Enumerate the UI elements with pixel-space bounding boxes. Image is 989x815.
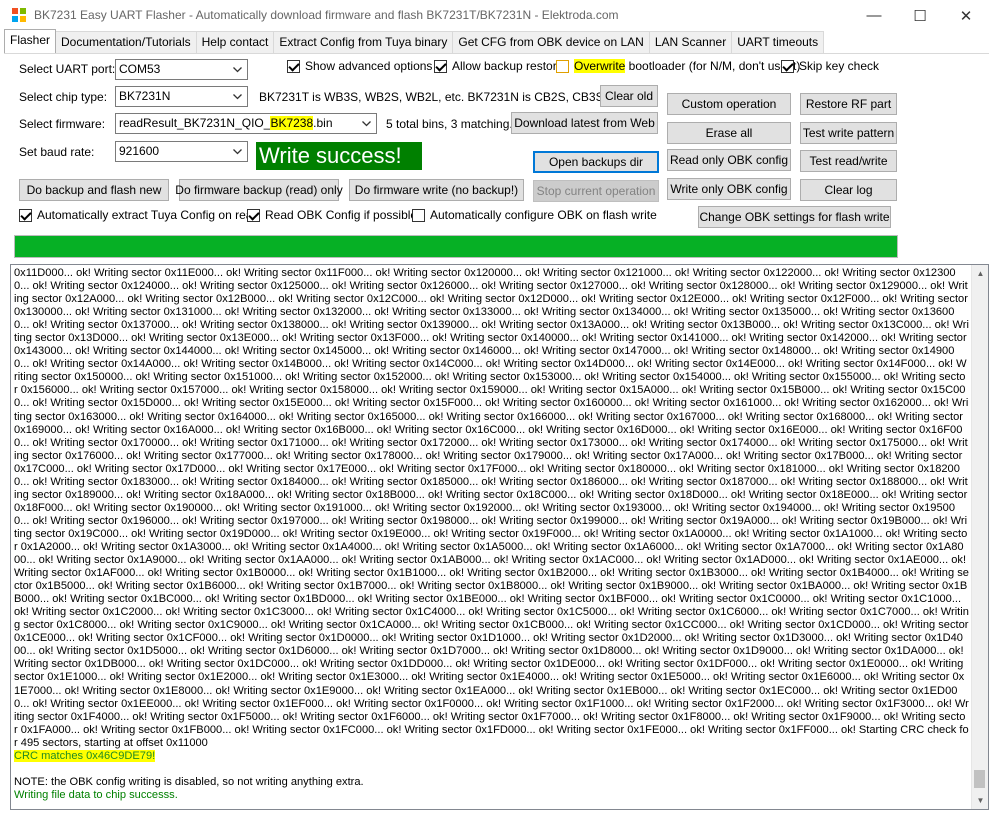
log-scrollbar[interactable]: ▲ ▼	[971, 265, 988, 809]
change-obk-settings-button[interactable]: Change OBK settings for flash write	[698, 206, 891, 228]
read-obk-config-checkbox[interactable]: Read OBK Config if possible	[247, 208, 417, 222]
test-write-pattern-button[interactable]: Test write pattern	[800, 122, 897, 144]
log-crc-line: CRC matches 0x46C9DE79!	[14, 749, 969, 763]
title-bar: BK7231 Easy UART Flasher - Automatically…	[0, 0, 989, 31]
skip-key-check-checkbox[interactable]: Skip key check	[781, 59, 879, 73]
checkbox-box	[412, 208, 425, 222]
firmware-label: Select firmware:	[19, 117, 106, 131]
app-icon	[12, 8, 28, 24]
firmware-select[interactable]: readResult_BK7231N_QIO_BK7238.bin	[115, 113, 377, 134]
chip-type-select[interactable]: BK7231N	[115, 86, 248, 107]
uart-port-select[interactable]: COM53	[115, 59, 248, 80]
log-sectors: 0x11D000... ok! Writing sector 0x11E000.…	[14, 267, 969, 749]
firmware-value: readResult_BK7231N_QIO_BK7238.bin	[119, 116, 333, 130]
custom-operation-button[interactable]: Custom operation	[667, 93, 791, 115]
overwrite-bootloader-checkbox[interactable]: Overwrite bootloader (for N/M, don't use…	[556, 59, 800, 73]
tab-uart-timeouts[interactable]: UART timeouts	[731, 31, 825, 53]
test-read-write-button[interactable]: Test read/write	[800, 150, 897, 172]
chip-type-value: BK7231N	[119, 89, 171, 103]
checkbox-box	[556, 59, 569, 73]
maximize-button[interactable]: ☐	[897, 0, 943, 31]
baud-rate-label: Set baud rate:	[19, 145, 95, 159]
baud-rate-select[interactable]: 921600	[115, 141, 248, 162]
auto-configure-obk-checkbox[interactable]: Automatically configure OBK on flash wri…	[412, 208, 657, 222]
restore-rf-button[interactable]: Restore RF part	[800, 93, 897, 115]
checkbox-box	[19, 208, 32, 222]
minimize-button[interactable]: —	[851, 0, 897, 31]
checkbox-box	[781, 59, 794, 73]
baud-rate-value: 921600	[119, 144, 160, 158]
chevron-down-icon	[230, 143, 245, 160]
overwrite-highlight: Overwrite	[574, 59, 626, 73]
skip-key-check-label: Skip key check	[799, 59, 880, 73]
checkbox-box	[434, 59, 447, 73]
scroll-thumb[interactable]	[974, 770, 985, 788]
firmware-backup-button[interactable]: Do firmware backup (read) only	[175, 179, 343, 201]
clear-log-button[interactable]: Clear log	[800, 179, 897, 201]
log-note-line: NOTE: the OBK config writing is disabled…	[14, 775, 364, 788]
auto-extract-tuya-checkbox[interactable]: Automatically extract Tuya Config on rea…	[19, 208, 259, 222]
read-only-obk-button[interactable]: Read only OBK config	[667, 149, 791, 171]
bins-info-text: 5 total bins, 3 matching.	[386, 117, 513, 131]
log-textbox[interactable]: 0x11D000... ok! Writing sector 0x11E000.…	[10, 264, 989, 810]
tab-bar: Flasher Documentation/Tutorials Help con…	[4, 29, 825, 53]
close-button[interactable]: ✕	[943, 0, 989, 31]
firmware-value-highlight: BK7238	[270, 116, 314, 130]
uart-port-label: Select UART port:	[19, 62, 116, 76]
allow-backup-restore-label: Allow backup restore	[452, 59, 564, 73]
allow-backup-restore-checkbox[interactable]: Allow backup restore	[434, 59, 563, 73]
open-backups-button[interactable]: Open backups dir	[533, 151, 659, 173]
log-success-line: Writing file data to chip successs.	[14, 788, 178, 801]
tab-get-cfg-obk[interactable]: Get CFG from OBK device on LAN	[452, 31, 650, 53]
progress-bar	[14, 235, 898, 258]
chevron-down-icon	[230, 61, 245, 78]
stop-operation-button[interactable]: Stop current operation	[533, 180, 659, 202]
crc-highlight: CRC matches 0x46C9DE79!	[14, 749, 156, 762]
show-advanced-label: Show advanced options	[305, 59, 433, 73]
chevron-down-icon	[230, 88, 245, 105]
progress-fill	[15, 236, 897, 257]
backup-and-flash-button[interactable]: Do backup and flash new	[19, 179, 169, 201]
overwrite-rest: bootloader (for N/M, don't use it)	[625, 59, 801, 73]
checkbox-box	[247, 208, 260, 222]
write-status-label: Write success!	[256, 142, 422, 170]
log-content: 0x11D000... ok! Writing sector 0x11E000.…	[14, 267, 969, 802]
firmware-write-button[interactable]: Do firmware write (no backup!)	[349, 179, 524, 201]
chip-info-text: BK7231T is WB3S, WB2S, WB2L, etc. BK7231…	[259, 90, 627, 104]
uart-port-value: COM53	[119, 62, 161, 76]
read-obk-config-label: Read OBK Config if possible	[265, 208, 418, 222]
tab-flasher[interactable]: Flasher	[4, 29, 57, 53]
clear-old-button[interactable]: Clear old	[600, 85, 658, 107]
firmware-value-suffix: .bin	[313, 116, 333, 130]
tab-lan-scanner[interactable]: LAN Scanner	[648, 31, 733, 53]
scroll-up-icon[interactable]: ▲	[972, 265, 988, 282]
erase-all-button[interactable]: Erase all	[667, 122, 791, 144]
tab-documentation[interactable]: Documentation/Tutorials	[55, 31, 197, 53]
tab-extract-config[interactable]: Extract Config from Tuya binary	[273, 31, 454, 53]
checkbox-box	[287, 59, 300, 73]
scroll-down-icon[interactable]: ▼	[972, 792, 988, 809]
download-latest-button[interactable]: Download latest from Web	[511, 112, 658, 134]
app-window: BK7231 Easy UART Flasher - Automatically…	[0, 0, 989, 815]
tab-help-contact[interactable]: Help contact	[195, 31, 275, 53]
chip-type-label: Select chip type:	[19, 90, 108, 104]
auto-configure-obk-label: Automatically configure OBK on flash wri…	[430, 208, 657, 222]
window-title: BK7231 Easy UART Flasher - Automatically…	[34, 8, 619, 22]
write-only-obk-button[interactable]: Write only OBK config	[667, 178, 791, 200]
firmware-value-prefix: readResult_BK7231N_QIO_	[119, 116, 271, 130]
overwrite-bootloader-label: Overwrite bootloader (for N/M, don't use…	[574, 59, 800, 73]
log-blank	[14, 763, 969, 776]
chevron-down-icon	[359, 115, 374, 132]
show-advanced-checkbox[interactable]: Show advanced options	[287, 59, 432, 73]
auto-extract-tuya-label: Automatically extract Tuya Config on rea…	[37, 208, 260, 222]
